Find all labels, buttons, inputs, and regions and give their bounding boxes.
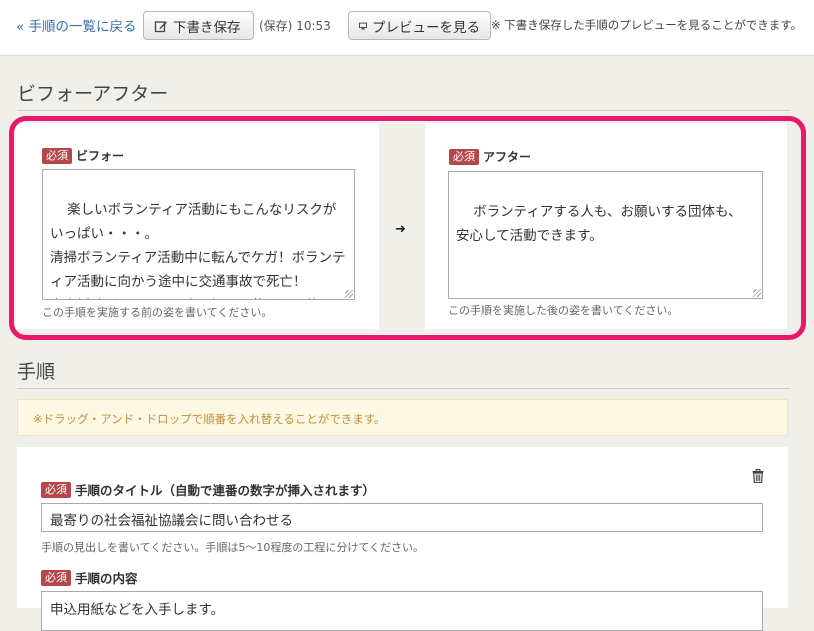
step-title-label-text: 手順のタイトル（自動で連番の数字が挿入されます）	[75, 483, 376, 498]
step-title-value: 最寄りの社会福祉協議会に問い合わせる	[50, 513, 293, 529]
after-label: 必須 アフター	[449, 148, 531, 165]
before-label-text: ビフォー	[76, 149, 125, 163]
after-help: この手順を実施した後の姿を書いてください。	[448, 304, 679, 317]
preview-note: ※ 下書き保存した手順のプレビューを見ることができます。	[491, 18, 803, 32]
save-draft-label: 下書き保存	[173, 19, 241, 36]
before-text: 楽しいボランティア活動にもこんなリスクがいっぱい・・・。 清掃ボランティア活動中…	[50, 202, 346, 299]
preview-button[interactable]: プレビューを見る	[348, 11, 491, 40]
step-content-value: 申込用紙などを入手します。	[50, 602, 225, 618]
after-label-text: アフター	[483, 150, 532, 164]
preview-label: プレビューを見る	[372, 19, 480, 36]
after-textarea[interactable]: ボランティアする人も、お願いする団体も、安心して活動できます。	[448, 171, 763, 299]
procedure-heading: 手順	[17, 361, 56, 383]
before-after-heading: ビフォーアフター	[17, 83, 169, 105]
after-text: ボランティアする人も、お願いする団体も、安心して活動できます。	[456, 204, 742, 244]
before-textarea[interactable]: 楽しいボランティア活動にもこんなリスクがいっぱい・・・。 清掃ボランティア活動中…	[42, 169, 355, 300]
step-content-label-text: 手順の内容	[75, 571, 138, 586]
before-help: この手順を実施する前の姿を書いてください。	[42, 306, 273, 319]
step-content-label: 必須 手順の内容	[41, 568, 138, 587]
drag-drop-notice: ※ドラッグ・アンド・ドロップで順番を入れ替えることができます。	[17, 399, 788, 436]
step-title-label: 必須 手順のタイトル（自動で連番の数字が挿入されます）	[41, 480, 375, 499]
edit-icon	[154, 20, 167, 32]
required-badge: 必須	[449, 148, 479, 165]
before-label: 必須 ビフォー	[42, 147, 124, 164]
required-badge: 必須	[41, 569, 71, 586]
after-panel: 必須 アフター ボランティアする人も、お願いする団体も、安心して活動できます。 …	[425, 123, 787, 329]
resize-handle[interactable]	[345, 290, 353, 298]
required-badge: 必須	[42, 147, 72, 164]
editor-toolbar: « 手順の一覧に戻る 下書き保存 (保存) 10:53 プレビューを見る ※ 下…	[0, 0, 814, 56]
back-to-list-link[interactable]: « 手順の一覧に戻る	[16, 15, 137, 35]
section-divider	[17, 388, 790, 389]
save-draft-button[interactable]: 下書き保存	[143, 11, 254, 40]
step-title-input[interactable]: 最寄りの社会福祉協議会に問い合わせる	[41, 503, 763, 532]
monitor-icon	[359, 22, 367, 29]
step-card[interactable]: 必須 手順のタイトル（自動で連番の数字が挿入されます） 最寄りの社会福祉協議会に…	[17, 447, 788, 631]
step-title-help: 手順の見出しを書いてください。手順は5〜10程度の工程に分けてください。	[41, 541, 425, 554]
required-badge: 必須	[41, 481, 71, 498]
arrow-right-icon: ➜	[395, 222, 406, 237]
section-divider	[17, 110, 790, 111]
saved-status: (保存) 10:53	[259, 19, 331, 33]
resize-handle[interactable]	[753, 289, 761, 297]
step-content-textarea[interactable]: 申込用紙などを入手します。	[41, 591, 763, 631]
before-panel: 必須 ビフォー 楽しいボランティア活動にもこんなリスクがいっぱい・・・。 清掃ボ…	[16, 123, 379, 329]
trash-icon[interactable]	[752, 469, 764, 483]
